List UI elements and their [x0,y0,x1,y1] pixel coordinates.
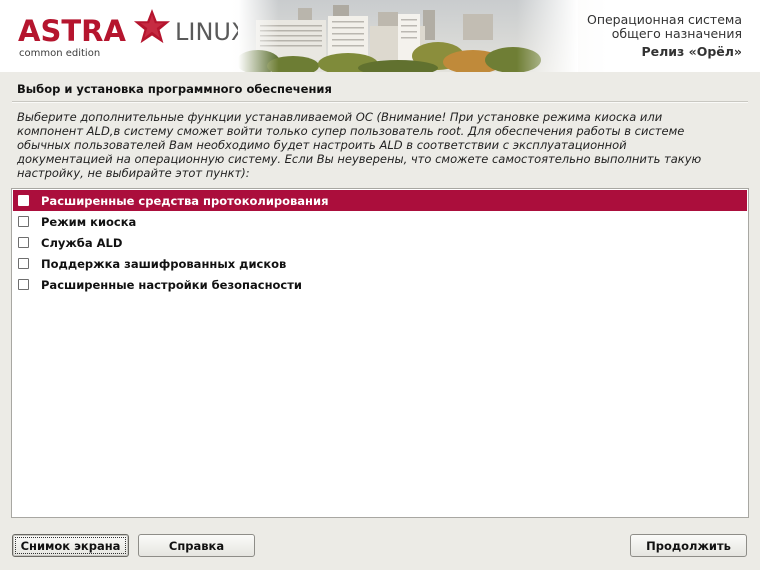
logo-product-text: LINUX [175,18,248,46]
software-options-list[interactable]: Расширенные средства протоколирования Ре… [11,188,749,518]
option-encrypted-disks[interactable]: Поддержка зашифрованных дисков [13,253,747,274]
option-label: Поддержка зашифрованных дисков [41,256,287,271]
os-release: Релиз «Орёл» [641,44,742,59]
option-extended-logging[interactable]: Расширенные средства протоколирования [13,190,747,211]
option-kiosk-mode[interactable]: Режим киоска [13,211,747,232]
star-icon [133,8,171,44]
os-title: Операционная система общего назначения [542,13,742,41]
astra-linux-logo: ASTRA LINUX common edition [18,8,248,64]
option-label: Расширенные средства протоколирования [41,193,329,208]
page-description: Выберите дополнительные функции устанавл… [17,110,702,180]
header-banner: ASTRA LINUX common edition Операционная … [0,0,760,72]
option-extended-security[interactable]: Расширенные настройки безопасности [13,274,747,295]
option-ald-service[interactable]: Служба ALD [13,232,747,253]
checkbox[interactable] [18,279,29,290]
logo-brand-text: ASTRA [18,14,126,48]
screenshot-button[interactable]: Снимок экрана [12,534,129,557]
checkbox[interactable] [18,258,29,269]
page-title: Выбор и установка программного обеспечен… [17,82,332,96]
os-title-line2: общего назначения [611,26,742,41]
city-skyline-image [238,0,578,72]
os-title-line1: Операционная система [586,12,742,27]
option-label: Служба ALD [41,235,123,250]
checkbox[interactable] [18,216,29,227]
option-label: Режим киоска [41,214,137,229]
help-button[interactable]: Справка [138,534,255,557]
option-label: Расширенные настройки безопасности [41,277,302,292]
checkbox[interactable] [18,237,29,248]
continue-button[interactable]: Продолжить [630,534,747,557]
checkbox[interactable] [18,195,29,206]
divider [12,101,748,103]
logo-edition-text: common edition [19,48,101,59]
